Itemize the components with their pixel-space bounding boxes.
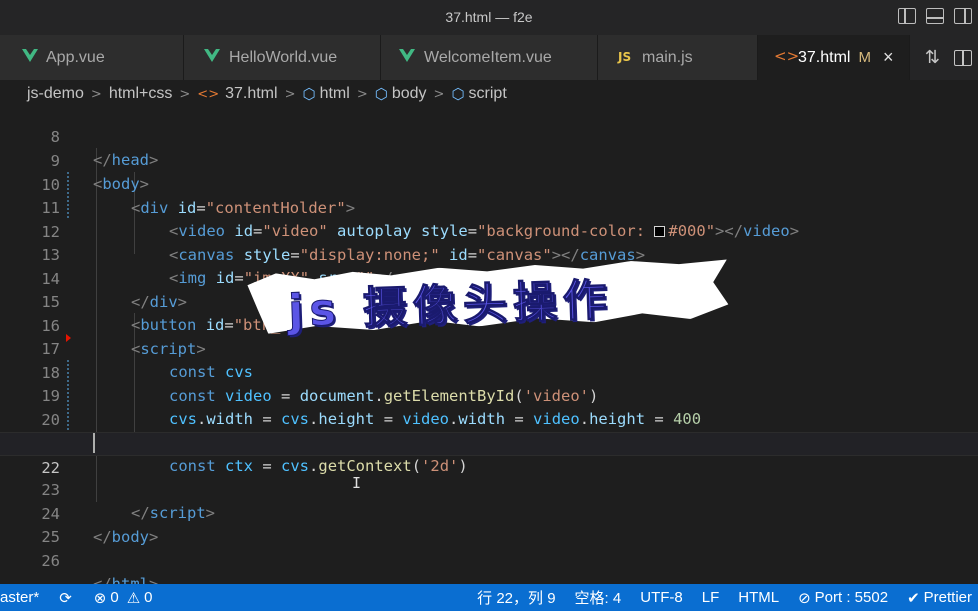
- tab-label: HelloWorld.vue: [229, 48, 338, 66]
- tab-label: 37.html: [798, 48, 851, 66]
- encoding[interactable]: UTF-8: [640, 589, 683, 606]
- text-cursor: [93, 433, 95, 453]
- tab-welcomeitem-vue[interactable]: WelcomeItem.vue: [381, 35, 598, 80]
- breadcrumb-item-script[interactable]: script: [469, 85, 507, 103]
- html-file-icon: <>: [197, 86, 220, 102]
- double-check-icon: ✔: [907, 588, 920, 607]
- tab-label: WelcomeItem.vue: [424, 48, 552, 66]
- toggle-panel-icon[interactable]: [926, 8, 944, 24]
- sync-icon[interactable]: ⟳: [59, 589, 72, 607]
- tab-helloworld-vue[interactable]: HelloWorld.vue: [184, 35, 381, 80]
- js-icon: JS: [618, 50, 632, 64]
- code-line: 21 const ctx = cvs.getContext('2d'): [0, 408, 978, 476]
- warning-icon: ⚠: [126, 588, 141, 607]
- source-control-compare-icon[interactable]: ⇅: [925, 47, 940, 68]
- tab-main-js[interactable]: JS main.js: [598, 35, 758, 80]
- cursor-position[interactable]: 行 22，列 9: [477, 587, 555, 608]
- overlay-title: js 摄像头操作: [287, 274, 614, 337]
- close-tab-icon[interactable]: ×: [883, 47, 894, 68]
- element-cube-icon: ⬡: [451, 85, 465, 103]
- vue-icon: [399, 49, 415, 62]
- breadcrumb-item-html[interactable]: html: [320, 85, 350, 103]
- code-line: 18 const video = document.getElementById…: [0, 338, 978, 406]
- breadcrumb-item-body[interactable]: body: [392, 85, 427, 103]
- code-line: 23 </script>: [0, 455, 978, 523]
- prettier-status[interactable]: ✔ Prettier: [907, 589, 972, 607]
- code-line: 19 cvs.width = cvs.height = video.width …: [0, 361, 978, 429]
- tab-37-html[interactable]: <> 37.html M ×: [758, 35, 910, 80]
- code-line-current: 22: [0, 432, 978, 477]
- code-line: 13 <img id="imgXX" src="" />: [0, 220, 978, 288]
- chevron-right-icon: >: [90, 86, 102, 102]
- breadcrumb-item-37-html[interactable]: 37.html: [225, 85, 277, 103]
- error-count: 0: [110, 589, 119, 606]
- vue-icon: [204, 49, 220, 62]
- tab-app-vue[interactable]: App.vue: [0, 35, 184, 80]
- code-line: 20 const {width, height} = cvs: [0, 385, 978, 453]
- toggle-primary-sidebar-icon[interactable]: [898, 8, 916, 24]
- error-icon: ⊗: [93, 588, 107, 607]
- editor-tab-bar: App.vue HelloWorld.vue WelcomeItem.vue J…: [0, 35, 978, 80]
- broadcast-icon: ⊘: [798, 588, 811, 607]
- element-cube-icon: ⬡: [374, 85, 388, 103]
- editor-actions: ⇅: [925, 35, 978, 80]
- language-mode[interactable]: HTML: [738, 589, 779, 606]
- breadcrumb-item-html-css[interactable]: html+css: [109, 85, 173, 103]
- code-line: 8 </head>: [0, 108, 978, 170]
- warning-count: 0: [144, 589, 153, 606]
- git-branch[interactable]: aster*: [0, 589, 39, 606]
- breadcrumb-item-js-demo[interactable]: js-demo: [27, 85, 84, 103]
- code-line: 10 <div id="contentHolder">: [0, 150, 978, 218]
- element-cube-icon: ⬡: [302, 85, 316, 103]
- end-of-line[interactable]: LF: [702, 589, 720, 606]
- code-line: 25: [0, 502, 978, 546]
- title-bar: 37.html — f2e: [0, 0, 978, 35]
- code-line: 26 </html>: [0, 526, 978, 585]
- tab-label: App.vue: [46, 48, 105, 66]
- chevron-right-icon: >: [356, 86, 368, 102]
- split-editor-icon[interactable]: [954, 49, 972, 66]
- layout-controls: [898, 8, 972, 24]
- code-line: 11 <video id="video" autoplay style="bac…: [0, 173, 978, 241]
- toggle-secondary-sidebar-icon[interactable]: [954, 8, 972, 24]
- mouse-ibeam-cursor-icon: I: [352, 474, 362, 492]
- breadcrumb: js-demo > html+css > <> 37.html > ⬡ html…: [0, 80, 978, 108]
- code-line: 12 <canvas style="display:none;" id="can…: [0, 197, 978, 265]
- vue-icon: [22, 49, 38, 62]
- html-icon: <>: [774, 47, 800, 65]
- problems-indicator[interactable]: ⊗ 0 ⚠ 0: [94, 589, 153, 607]
- tab-label: main.js: [642, 48, 693, 66]
- modified-indicator: M: [858, 49, 871, 66]
- code-editor[interactable]: 8 </head> 9 <body> 10 <div id="contentHo…: [0, 108, 978, 584]
- window-title: 37.html — f2e: [445, 9, 533, 25]
- line-number: 26: [41, 551, 60, 570]
- chevron-right-icon: >: [179, 86, 191, 102]
- status-bar: aster* ⟳ ⊗ 0 ⚠ 0 行 22，列 9 空格: 4 UTF-8 LF…: [0, 584, 978, 611]
- chevron-right-icon: >: [433, 86, 445, 102]
- code-line: 9 <body>: [0, 126, 978, 194]
- indentation[interactable]: 空格: 4: [575, 587, 622, 608]
- live-server-port[interactable]: ⊘ Port : 5502: [798, 589, 888, 607]
- code-line: 24 </body>: [0, 479, 978, 547]
- chevron-right-icon: >: [284, 86, 296, 102]
